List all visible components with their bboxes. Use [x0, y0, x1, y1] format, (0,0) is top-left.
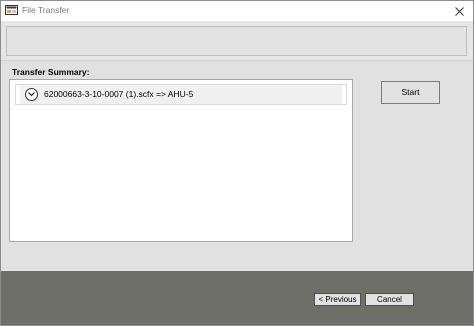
start-button[interactable]: Start	[381, 81, 440, 104]
header-panel	[6, 26, 467, 56]
expand-toggle-button[interactable]	[25, 88, 38, 101]
list-item-row[interactable]: 62000663-3-10-0007 (1).scfx => AHU-5	[20, 85, 342, 104]
previous-button[interactable]: < Previous	[314, 293, 361, 306]
close-button[interactable]	[445, 1, 473, 21]
transfer-summary-label: Transfer Summary:	[12, 67, 90, 77]
transfer-item-text: 62000663-3-10-0007 (1).scfx => AHU-5	[44, 89, 194, 99]
content-area: Transfer Summary: 62000663-3-10-0007 (1)…	[1, 60, 473, 270]
window-title: File Transfer	[22, 5, 70, 15]
file-transfer-app-icon	[5, 5, 18, 16]
file-transfer-window: File Transfer Transfer Summary: 62000663…	[0, 0, 474, 326]
footer-bar: < Previous Cancel	[1, 271, 473, 325]
chevron-down-icon	[28, 92, 35, 97]
title-bar: File Transfer	[1, 1, 473, 21]
list-item[interactable]: 62000663-3-10-0007 (1).scfx => AHU-5	[15, 84, 347, 105]
close-icon	[455, 7, 464, 16]
transfer-summary-list[interactable]: 62000663-3-10-0007 (1).scfx => AHU-5	[9, 79, 353, 242]
cancel-button[interactable]: Cancel	[365, 293, 414, 306]
